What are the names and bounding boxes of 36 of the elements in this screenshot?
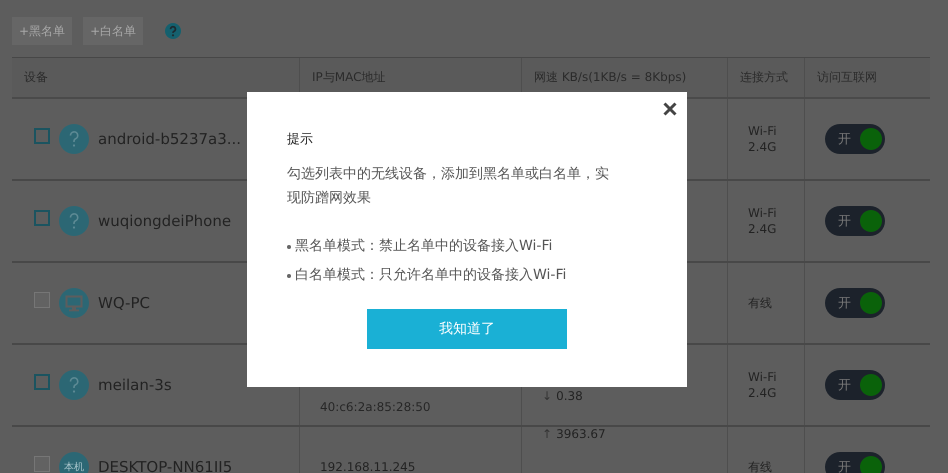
confirm-button[interactable]: 我知道了 (367, 309, 567, 349)
internet-toggle[interactable]: 开 (825, 206, 885, 236)
connection-type: 有线 (748, 459, 772, 473)
arrow-glyph: ↓ (542, 389, 552, 403)
device-name: DESKTOP-NN61II5 (98, 458, 232, 473)
bullet-text: 白名单模式：只允许名单中的设备接入Wi-Fi (295, 266, 566, 285)
question-icon (59, 370, 89, 400)
internet-toggle[interactable]: 开 (825, 124, 885, 154)
connection-type: Wi-Fi 2.4G (748, 369, 777, 401)
device-name: WQ-PC (98, 294, 150, 312)
dialog-message: 勾选列表中的无线设备，添加到黑名单或白名单，实现防蹭网效果 (287, 165, 610, 208)
close-icon[interactable] (663, 102, 677, 116)
device-name: wuqiongdeiPhone (98, 212, 232, 230)
checkbox[interactable] (34, 374, 50, 390)
computer-icon (59, 288, 89, 318)
question-icon (59, 206, 89, 236)
bullet-icon (287, 244, 291, 248)
bullet-text: 黑名单模式：禁止名单中的设备接入Wi-Fi (295, 237, 552, 256)
connection-type: Wi-Fi 2.4G (748, 123, 777, 155)
bullet-icon (287, 274, 291, 278)
speed-value: 0.38 (556, 389, 583, 403)
device-name: meilan-3s (98, 376, 172, 394)
dialog-title: 提示 (287, 131, 314, 148)
connection-type: 有线 (748, 295, 772, 311)
checkbox[interactable] (34, 210, 50, 226)
help-icon[interactable] (165, 23, 182, 39)
internet-toggle[interactable]: 开 (825, 370, 885, 400)
device-name: android-b5237a3... (98, 130, 242, 148)
mac-address: 40:c6:2a:85:28:50 (320, 399, 431, 414)
device-badge: 本机 (59, 452, 89, 473)
ip-address: 192.168.11.245 (320, 460, 416, 473)
arrow-glyph: ↑ (542, 427, 552, 441)
checkbox[interactable] (34, 128, 50, 144)
question-icon (59, 124, 89, 154)
speed-value: 3963.67 (556, 427, 606, 441)
connection-type: Wi-Fi 2.4G (748, 205, 777, 237)
